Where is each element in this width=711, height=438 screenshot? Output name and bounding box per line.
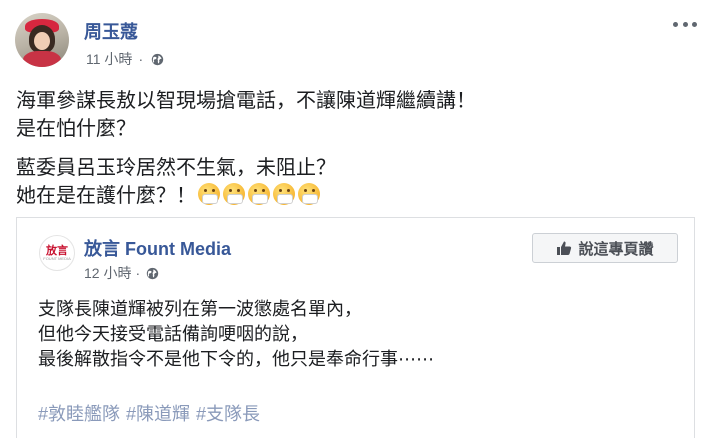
globe-icon[interactable] <box>146 267 159 280</box>
globe-icon[interactable] <box>151 53 164 66</box>
shared-post-card[interactable]: 放言 FOUNT MEDIA 放言 Fount Media 12 小時 · 說這… <box>16 217 695 438</box>
like-page-button[interactable]: 說這專頁讚 <box>532 233 678 263</box>
more-dot <box>673 21 678 27</box>
shared-post-text: 支隊長陳道輝被列在第一波懲處名單內， 但他今天接受電話備詢哽咽的說， 最後解散指… <box>38 297 678 372</box>
more-dot <box>692 21 697 27</box>
shared-post-meta: 12 小時 · <box>84 263 159 283</box>
page-name[interactable]: 放言 Fount Media <box>84 235 231 261</box>
page-logo-text: 放言 <box>46 244 68 257</box>
medical-mask-emoji-icon <box>223 183 245 205</box>
author-name[interactable]: 周玉蔻 <box>84 18 138 44</box>
shared-text-line: 但他今天接受電話備詢哽咽的說， <box>38 324 308 344</box>
hashtag-list: #敦睦艦隊 #陳道輝 #支隊長 <box>38 400 260 426</box>
avatar-face <box>34 32 50 50</box>
post-timestamp[interactable]: 11 小時 <box>86 49 132 69</box>
medical-mask-emoji-icon <box>198 183 220 205</box>
thumbs-up-icon <box>557 241 572 255</box>
post-text-line: 是在怕什麼？ <box>16 118 136 140</box>
shared-text-line: 最後解散指令不是他下令的，他只是奉命行事⋯⋯ <box>38 349 434 369</box>
author-avatar[interactable] <box>15 13 69 67</box>
emoji-row <box>198 183 320 205</box>
facebook-post: 周玉蔻 11 小時 · 海軍參謀長敖以智現場搶電話，不讓陳道輝繼續講！ 是在怕什… <box>0 0 711 438</box>
shared-post-timestamp[interactable]: 12 小時 <box>84 263 131 283</box>
more-dot <box>682 21 688 27</box>
hashtag-link[interactable]: #敦睦艦隊 <box>38 400 120 426</box>
post-text: 海軍參謀長敖以智現場搶電話，不讓陳道輝繼續講！ 是在怕什麼？ 藍委員呂玉玲居然不… <box>16 87 696 210</box>
page-logo[interactable]: 放言 FOUNT MEDIA <box>39 235 75 271</box>
post-text-line: 她在是在護什麼？！ <box>16 185 196 207</box>
like-page-label: 說這專頁讚 <box>578 240 654 258</box>
post-text-line-with-emoji: 她在是在護什麼？！ <box>16 182 696 210</box>
post-text-line: 藍委員呂玉玲居然不生氣，未阻止？ <box>16 157 336 179</box>
medical-mask-emoji-icon <box>298 183 320 205</box>
hashtag-link[interactable]: #支隊長 <box>196 400 260 426</box>
page-logo-subtext: FOUNT MEDIA <box>43 256 71 261</box>
more-options-icon[interactable] <box>673 16 697 32</box>
shared-text-line: 支隊長陳道輝被列在第一波懲處名單內， <box>38 299 362 319</box>
post-text-line: 海軍參謀長敖以智現場搶電話，不讓陳道輝繼續講！ <box>16 90 476 112</box>
medical-mask-emoji-icon <box>248 183 270 205</box>
avatar-body <box>23 51 61 67</box>
medical-mask-emoji-icon <box>273 183 295 205</box>
meta-separator: · <box>138 51 144 67</box>
hashtag-link[interactable]: #陳道輝 <box>126 400 190 426</box>
meta-separator: · <box>135 265 141 281</box>
post-meta: 11 小時 · <box>86 49 164 69</box>
